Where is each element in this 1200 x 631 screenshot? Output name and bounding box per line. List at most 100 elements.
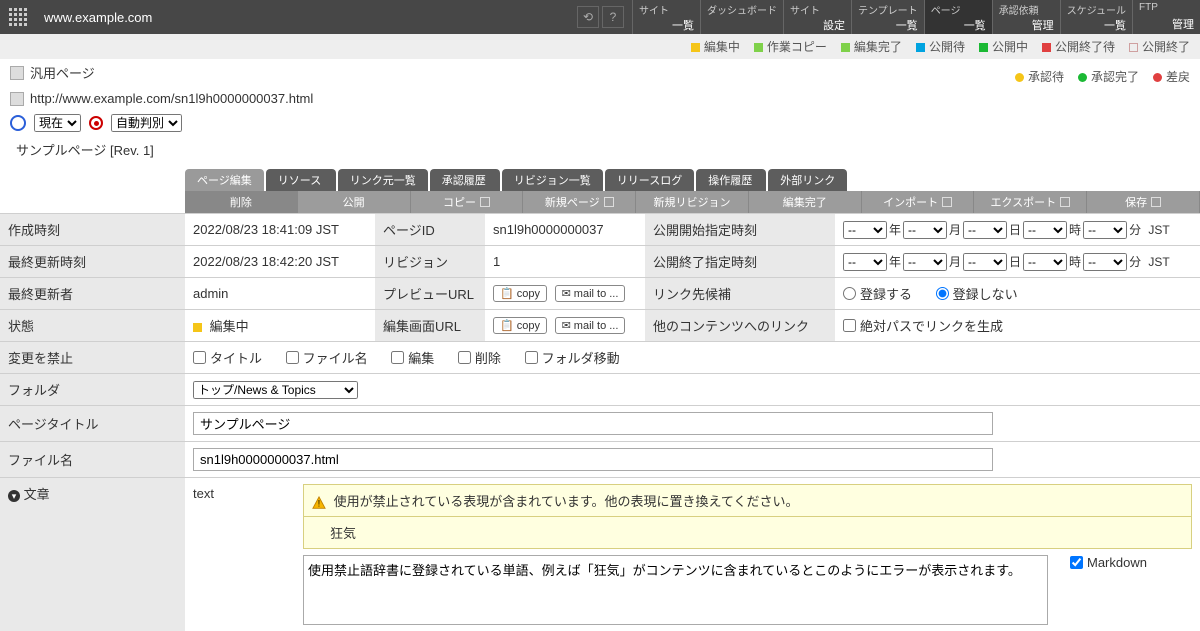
tab-ext-link[interactable]: 外部リンク bbox=[768, 169, 847, 191]
import-button[interactable]: インポート bbox=[862, 191, 975, 213]
pageid-label: ページID bbox=[375, 214, 485, 246]
nav-dashboard[interactable]: ダッシュボード bbox=[700, 0, 783, 34]
save-button[interactable]: 保存 bbox=[1087, 191, 1200, 213]
folder-select[interactable]: トップ/News & Topics bbox=[193, 381, 358, 399]
body-field-name: text bbox=[193, 484, 293, 501]
nav-ftp[interactable]: FTP管理 bbox=[1132, 0, 1200, 34]
pubend-min[interactable]: -- bbox=[1083, 253, 1127, 271]
deny-folder[interactable]: フォルダ移動 bbox=[525, 348, 620, 367]
deny-delete[interactable]: 削除 bbox=[458, 348, 501, 367]
preview-actions: 📋copy ✉mail to ... bbox=[485, 278, 645, 310]
register-no[interactable]: 登録しない bbox=[936, 284, 1018, 303]
toolbar: 削除 公開 コピー 新規ページ 新規リビジョン 編集完了 インポート エクスポー… bbox=[185, 191, 1200, 213]
nav-site-list[interactable]: サイト一覧 bbox=[632, 0, 700, 34]
copy-button[interactable]: コピー bbox=[411, 191, 524, 213]
nav-template[interactable]: テンプレート一覧 bbox=[851, 0, 924, 34]
filename-label: ファイル名 bbox=[0, 442, 185, 478]
refresh-icon[interactable]: ⟲ bbox=[577, 6, 599, 28]
save-icon bbox=[1151, 197, 1161, 207]
state-value: 編集中 bbox=[185, 310, 375, 342]
linkcand-label: リンク先候補 bbox=[645, 278, 835, 310]
preview-mail-button[interactable]: ✉mail to ... bbox=[555, 285, 626, 302]
nav-schedule[interactable]: スケジュール一覧 bbox=[1060, 0, 1132, 34]
tab-approval-hist[interactable]: 承認履歴 bbox=[430, 169, 500, 191]
created-label: 作成時刻 bbox=[0, 214, 185, 246]
abs-path-checkbox[interactable]: 絶対パスでリンクを生成 bbox=[843, 316, 1003, 335]
svg-text:!: ! bbox=[318, 498, 320, 508]
otherlink-label: 他のコンテンツへのリンク bbox=[645, 310, 835, 342]
deny-title[interactable]: タイトル bbox=[193, 348, 262, 367]
app-logo[interactable] bbox=[0, 0, 36, 34]
time-select[interactable]: 現在 bbox=[34, 114, 81, 132]
mail-icon: ✉ bbox=[562, 319, 571, 332]
preview-label: プレビューURL bbox=[375, 278, 485, 310]
globe-icon bbox=[10, 92, 24, 106]
pubstart-label: 公開開始指定時刻 bbox=[645, 214, 835, 246]
help-icon[interactable]: ? bbox=[602, 6, 624, 28]
mail-icon: ✉ bbox=[562, 287, 571, 300]
pubend-month[interactable]: -- bbox=[903, 253, 947, 271]
status-legend-1: 編集中 作業コピー 編集完了 公開待 公開中 公開終了待 公開終了 bbox=[0, 34, 1200, 59]
status-legend-2: 承認待 承認完了 差戻 bbox=[0, 66, 1200, 87]
tab-revision-list[interactable]: リビジョン一覧 bbox=[502, 169, 603, 191]
export-icon bbox=[1060, 197, 1070, 207]
delete-button[interactable]: 削除 bbox=[185, 191, 298, 213]
newpage-button[interactable]: 新規ページ bbox=[523, 191, 636, 213]
register-yes[interactable]: 登録する bbox=[843, 284, 912, 303]
pubstart-min[interactable]: -- bbox=[1083, 221, 1127, 239]
clock-icon bbox=[10, 115, 26, 131]
pubend-hour[interactable]: -- bbox=[1023, 253, 1067, 271]
nav-site-settings[interactable]: サイト設定 bbox=[783, 0, 851, 34]
page-full-url: http://www.example.com/sn1l9h0000000037.… bbox=[30, 91, 313, 106]
nav-page[interactable]: ページ一覧 bbox=[924, 0, 992, 34]
warning-word: 狂気 bbox=[303, 517, 1192, 549]
nav-approval[interactable]: 承認依頼管理 bbox=[992, 0, 1060, 34]
title-label: ページタイトル bbox=[0, 406, 185, 442]
otherlink-value: 絶対パスでリンクを生成 bbox=[835, 310, 1200, 342]
preview-copy-button[interactable]: 📋copy bbox=[493, 285, 547, 302]
tab-page-edit[interactable]: ページ編集 bbox=[185, 169, 264, 191]
markdown-checkbox[interactable]: Markdown bbox=[1060, 555, 1147, 570]
chevron-down-icon[interactable]: ▾ bbox=[8, 490, 20, 502]
pubstart-year[interactable]: -- bbox=[843, 221, 887, 239]
deny-label: 変更を禁止 bbox=[0, 342, 185, 374]
updated-value: 2022/08/23 18:42:20 JST bbox=[185, 246, 375, 278]
editurl-mail-button[interactable]: ✉mail to ... bbox=[555, 317, 626, 334]
pubend-day[interactable]: -- bbox=[963, 253, 1007, 271]
pubstart-day[interactable]: -- bbox=[963, 221, 1007, 239]
record-icon bbox=[89, 116, 103, 130]
publish-button[interactable]: 公開 bbox=[298, 191, 411, 213]
body-textarea[interactable]: 使用禁止語辞書に登録されている単語、例えば「狂気」がコンテンツに含まれているとこ… bbox=[303, 555, 1048, 625]
filename-input[interactable] bbox=[193, 448, 993, 471]
newpage-icon bbox=[604, 197, 614, 207]
pubend-label: 公開終了指定時刻 bbox=[645, 246, 835, 278]
page-type: 汎用ページ bbox=[30, 63, 95, 82]
pubstart-month[interactable]: -- bbox=[903, 221, 947, 239]
site-url: www.example.com bbox=[36, 10, 577, 25]
pubstart-hour[interactable]: -- bbox=[1023, 221, 1067, 239]
rev-value: 1 bbox=[485, 246, 645, 278]
title-input[interactable] bbox=[193, 412, 993, 435]
top-nav: サイト一覧 ダッシュボード サイト設定 テンプレート一覧 ページ一覧 承認依頼管… bbox=[632, 0, 1200, 34]
export-button[interactable]: エクスポート bbox=[974, 191, 1087, 213]
deny-filename[interactable]: ファイル名 bbox=[286, 348, 368, 367]
tab-link-src[interactable]: リンク元一覧 bbox=[338, 169, 428, 191]
tab-release-log[interactable]: リリースログ bbox=[605, 169, 694, 191]
clipboard-icon: 📋 bbox=[500, 319, 514, 332]
time-controls: 現在 自動判別 bbox=[0, 110, 1200, 136]
page-url-row: http://www.example.com/sn1l9h0000000037.… bbox=[0, 87, 1200, 110]
newrev-button[interactable]: 新規リビジョン bbox=[636, 191, 749, 213]
encoding-select[interactable]: 自動判別 bbox=[111, 114, 182, 132]
state-label: 状態 bbox=[0, 310, 185, 342]
clipboard-icon: 📋 bbox=[500, 287, 514, 300]
properties-table: 作成時刻 2022/08/23 18:41:09 JST ページID sn1l9… bbox=[0, 213, 1200, 631]
tab-op-hist[interactable]: 操作履歴 bbox=[696, 169, 766, 191]
pubend-value: --年 --月 --日 --時 --分 JST bbox=[835, 246, 1200, 278]
pubend-year[interactable]: -- bbox=[843, 253, 887, 271]
tab-resource[interactable]: リソース bbox=[266, 169, 336, 191]
body-label: ▾ 文章 bbox=[0, 478, 185, 631]
edit-complete-button[interactable]: 編集完了 bbox=[749, 191, 862, 213]
deny-edit[interactable]: 編集 bbox=[391, 348, 434, 367]
editurl-copy-button[interactable]: 📋copy bbox=[493, 317, 547, 334]
import-icon bbox=[942, 197, 952, 207]
